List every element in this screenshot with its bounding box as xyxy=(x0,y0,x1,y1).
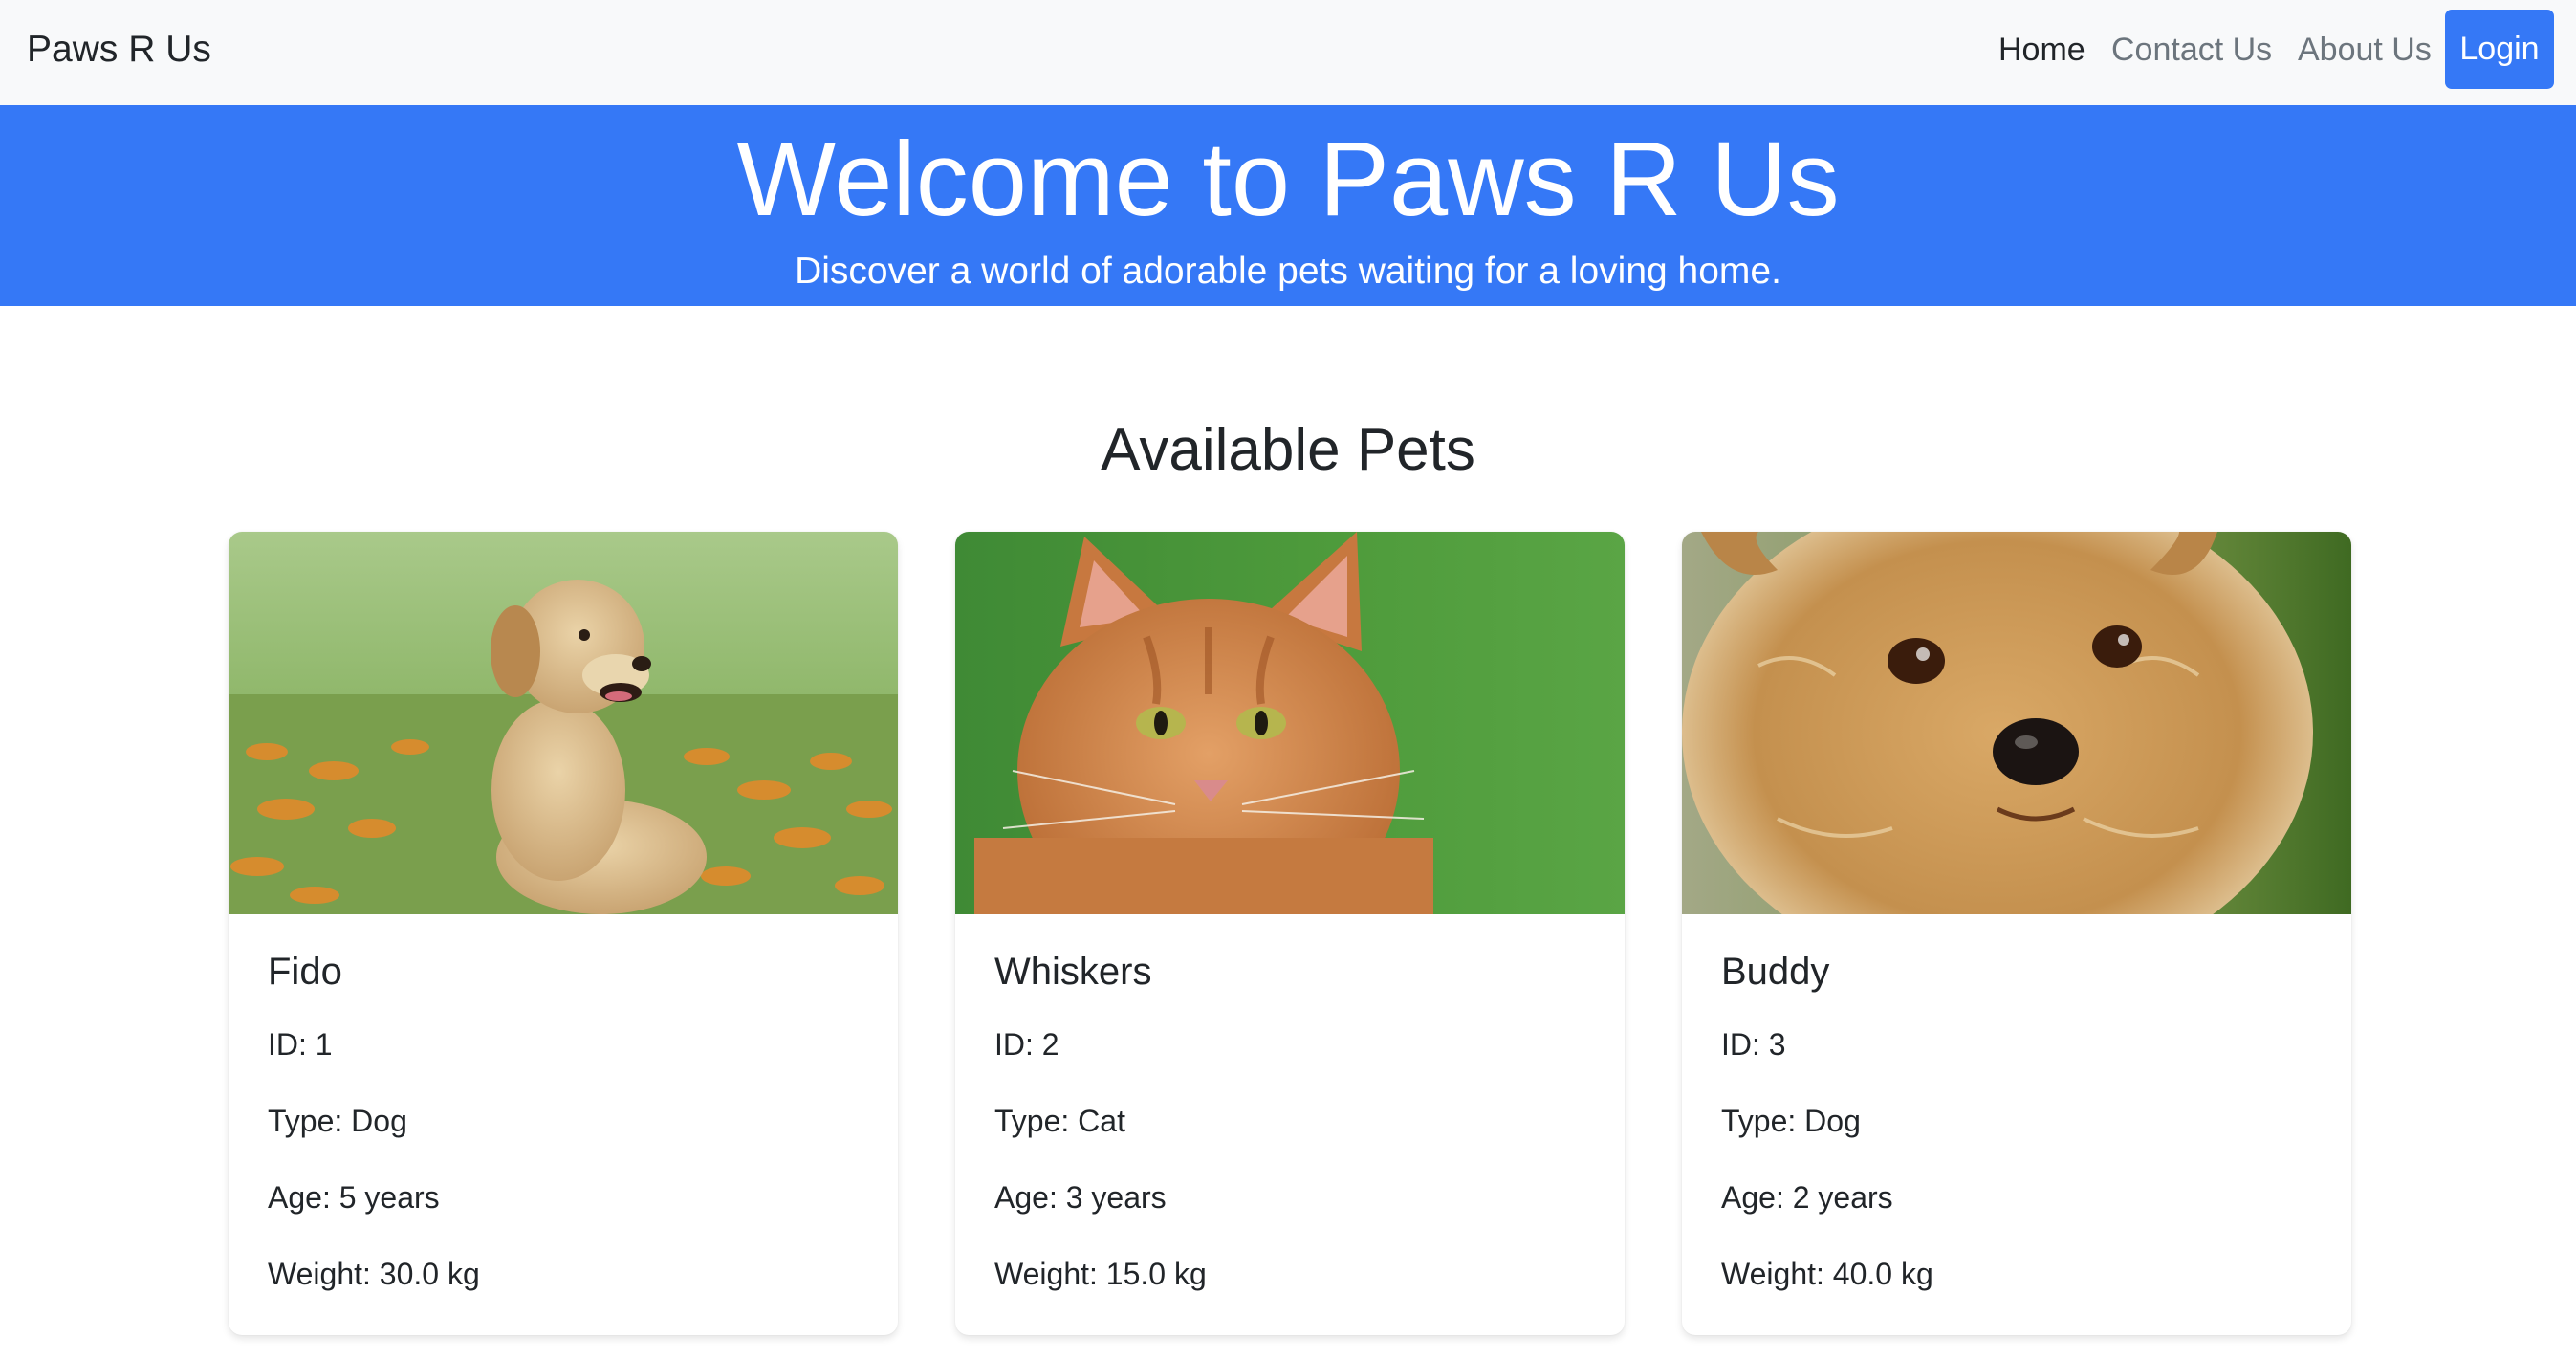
pet-weight: Weight: 15.0 kg xyxy=(994,1257,1207,1291)
hero-banner: Welcome to Paws R Us Discover a world of… xyxy=(0,105,2576,306)
pet-age: Age: 5 years xyxy=(268,1180,440,1215)
hero-subtitle: Discover a world of adorable pets waitin… xyxy=(795,251,1781,292)
pet-photo xyxy=(1682,532,2351,914)
pet-name: Buddy xyxy=(1721,951,1830,993)
pet-card-buddy[interactable]: Buddy ID: 3 Type: Dog Age: 2 years Weigh… xyxy=(1682,532,2351,1335)
pet-type: Type: Dog xyxy=(268,1104,407,1138)
pet-type: Type: Dog xyxy=(1721,1104,1861,1138)
top-navbar: Paws R Us Home Contact Us About Us Login xyxy=(0,0,2576,105)
pet-id: ID: 3 xyxy=(1721,1027,1786,1062)
pet-card-whiskers[interactable]: Whiskers ID: 2 Type: Cat Age: 3 years We… xyxy=(955,532,1625,1335)
nav-link-contact-us[interactable]: Contact Us xyxy=(2111,23,2272,77)
pet-id: ID: 2 xyxy=(994,1027,1059,1062)
pet-name: Fido xyxy=(268,951,342,993)
nav-link-about-us[interactable]: About Us xyxy=(2298,23,2432,77)
pet-type: Type: Cat xyxy=(994,1104,1125,1138)
pet-card-fido[interactable]: Fido ID: 1 Type: Dog Age: 5 years Weight… xyxy=(229,532,898,1335)
pet-name: Whiskers xyxy=(994,951,1152,993)
hero-title: Welcome to Paws R Us xyxy=(736,121,1840,238)
pet-age: Age: 3 years xyxy=(994,1180,1167,1215)
pet-age: Age: 2 years xyxy=(1721,1180,1893,1215)
nav-link-home[interactable]: Home xyxy=(1998,23,2085,77)
pet-weight: Weight: 30.0 kg xyxy=(268,1257,480,1291)
pet-id: ID: 1 xyxy=(268,1027,333,1062)
brand-logo-text[interactable]: Paws R Us xyxy=(27,23,211,77)
pet-weight: Weight: 40.0 kg xyxy=(1721,1257,1933,1291)
pet-photo xyxy=(955,532,1625,914)
section-title: Available Pets xyxy=(1101,417,1475,483)
login-button[interactable]: Login xyxy=(2445,10,2554,89)
pet-photo xyxy=(229,532,898,914)
